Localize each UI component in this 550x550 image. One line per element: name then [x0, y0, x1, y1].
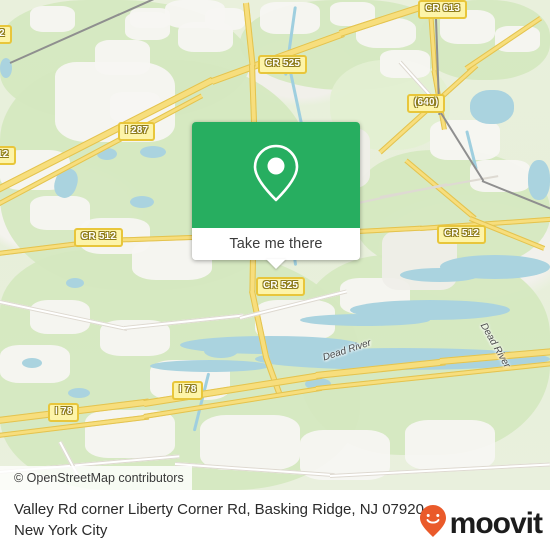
map-attribution[interactable]: © OpenStreetMap contributors — [0, 466, 192, 490]
map-pin-icon — [249, 142, 303, 209]
map-builtup-area — [200, 415, 300, 470]
card-header — [192, 122, 360, 228]
map-label-cr512-west: CR 512 — [74, 228, 124, 247]
map-label-i78-west: I 78 — [48, 403, 80, 422]
map-water-lake — [130, 196, 154, 208]
take-me-there-label: Take me there — [229, 236, 323, 252]
take-me-there-card[interactable]: Take me there — [192, 122, 360, 269]
map-water-river — [150, 360, 270, 372]
map-label-edge-2: 2 — [0, 25, 12, 44]
card-pointer-triangle — [266, 259, 286, 269]
map-water-lake — [470, 90, 514, 124]
map-water-lake — [528, 160, 550, 200]
footer-bar: Valley Rd corner Liberty Corner Rd, Bask… — [0, 490, 550, 550]
card-footer[interactable]: Take me there — [192, 228, 360, 269]
map-water-river — [400, 268, 480, 282]
map-builtup-area — [30, 6, 75, 32]
map-builtup-area — [130, 8, 170, 28]
map-water-lake — [22, 358, 42, 368]
location-title: Valley Rd corner Liberty Corner Rd, Bask… — [14, 501, 429, 539]
moovit-wordmark: moovit — [449, 506, 543, 540]
map-builtup-area — [405, 420, 495, 470]
map-label-cr525-north: CR 525 — [258, 55, 308, 74]
map-label-i287: I 287 — [118, 122, 156, 141]
map-water-lake — [140, 146, 166, 158]
map-water-lake — [68, 388, 90, 398]
map-water-river — [300, 314, 430, 326]
map-label-cr525-south: CR 525 — [256, 277, 306, 296]
map-label-cr512-east: CR 512 — [437, 225, 487, 244]
map-attribution-label: © OpenStreetMap contributors — [14, 471, 184, 485]
map-label-edge-12: 12 — [0, 146, 16, 165]
moovit-pin-smiley-icon — [419, 504, 447, 543]
moovit-logo[interactable]: moovit — [419, 504, 543, 543]
map-label-i78-east: I 78 — [172, 381, 204, 400]
map-label-cr613: CR 613 — [418, 0, 468, 19]
map-water-lake — [66, 278, 84, 288]
map-builtup-area — [95, 40, 150, 75]
map-label-640: (640) — [407, 94, 446, 113]
map-builtup-area — [205, 8, 245, 30]
moovit-map-screenshot: CR 613 CR 525 (640) I 287 2 12 CR 512 CR… — [0, 0, 550, 550]
